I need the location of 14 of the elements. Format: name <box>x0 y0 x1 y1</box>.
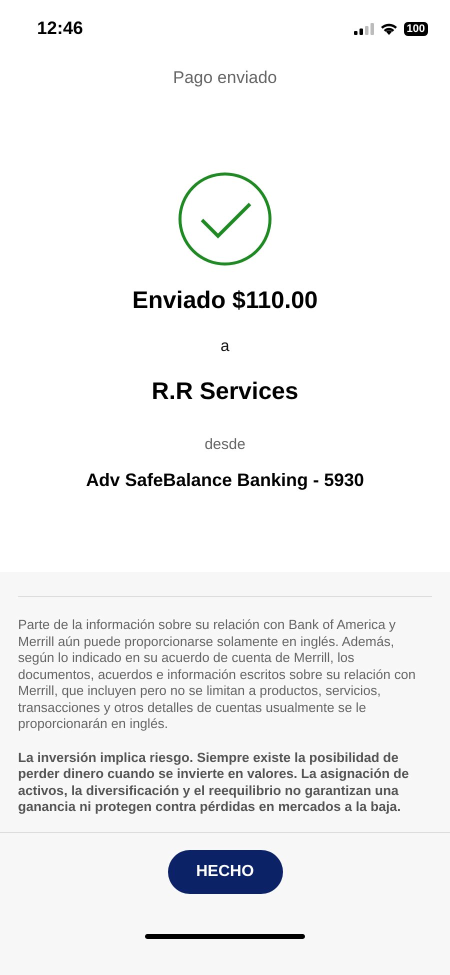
status-time: 12:46 <box>37 18 84 39</box>
battery-indicator: 100 <box>404 22 428 36</box>
recipient-name: R.R Services <box>152 378 298 406</box>
done-button[interactable]: HECHO <box>168 850 282 894</box>
checkmark-icon <box>178 172 272 266</box>
disclaimer-text: La inversión implica riesgo. Siempre existe la posibilidad de perder dinero cuando se invierte en valores. La asignación de activos, la diversificación y el reequilibrio no garantizan una ganancia ni protegen contra pérdidas en mercados a la baja. <box>18 750 410 816</box>
signal-icon <box>354 22 374 34</box>
disclaimer-text: Parte de la información sobre su relación con Bank of America y Merrill aún puede proporcionarse solamente en inglés. Además, según lo indicado en su acuerdo de cuenta de Merrill, los documentos, acuerdos e información escritos sobre su relación con Merrill, que incluyen pero no se limitan a productos, servicios, transacciones y otros detalles de cuentas usualmente se le proporcionarán en inglés. <box>18 617 417 732</box>
wifi-icon <box>380 22 398 35</box>
account-name: Adv SafeBalance Banking - 5930 <box>86 470 364 491</box>
from-label: desde <box>204 436 246 453</box>
connector-text: a <box>220 338 230 356</box>
amount-text: Enviado $110.00 <box>132 287 318 315</box>
page-title: Pago enviado <box>173 68 277 88</box>
